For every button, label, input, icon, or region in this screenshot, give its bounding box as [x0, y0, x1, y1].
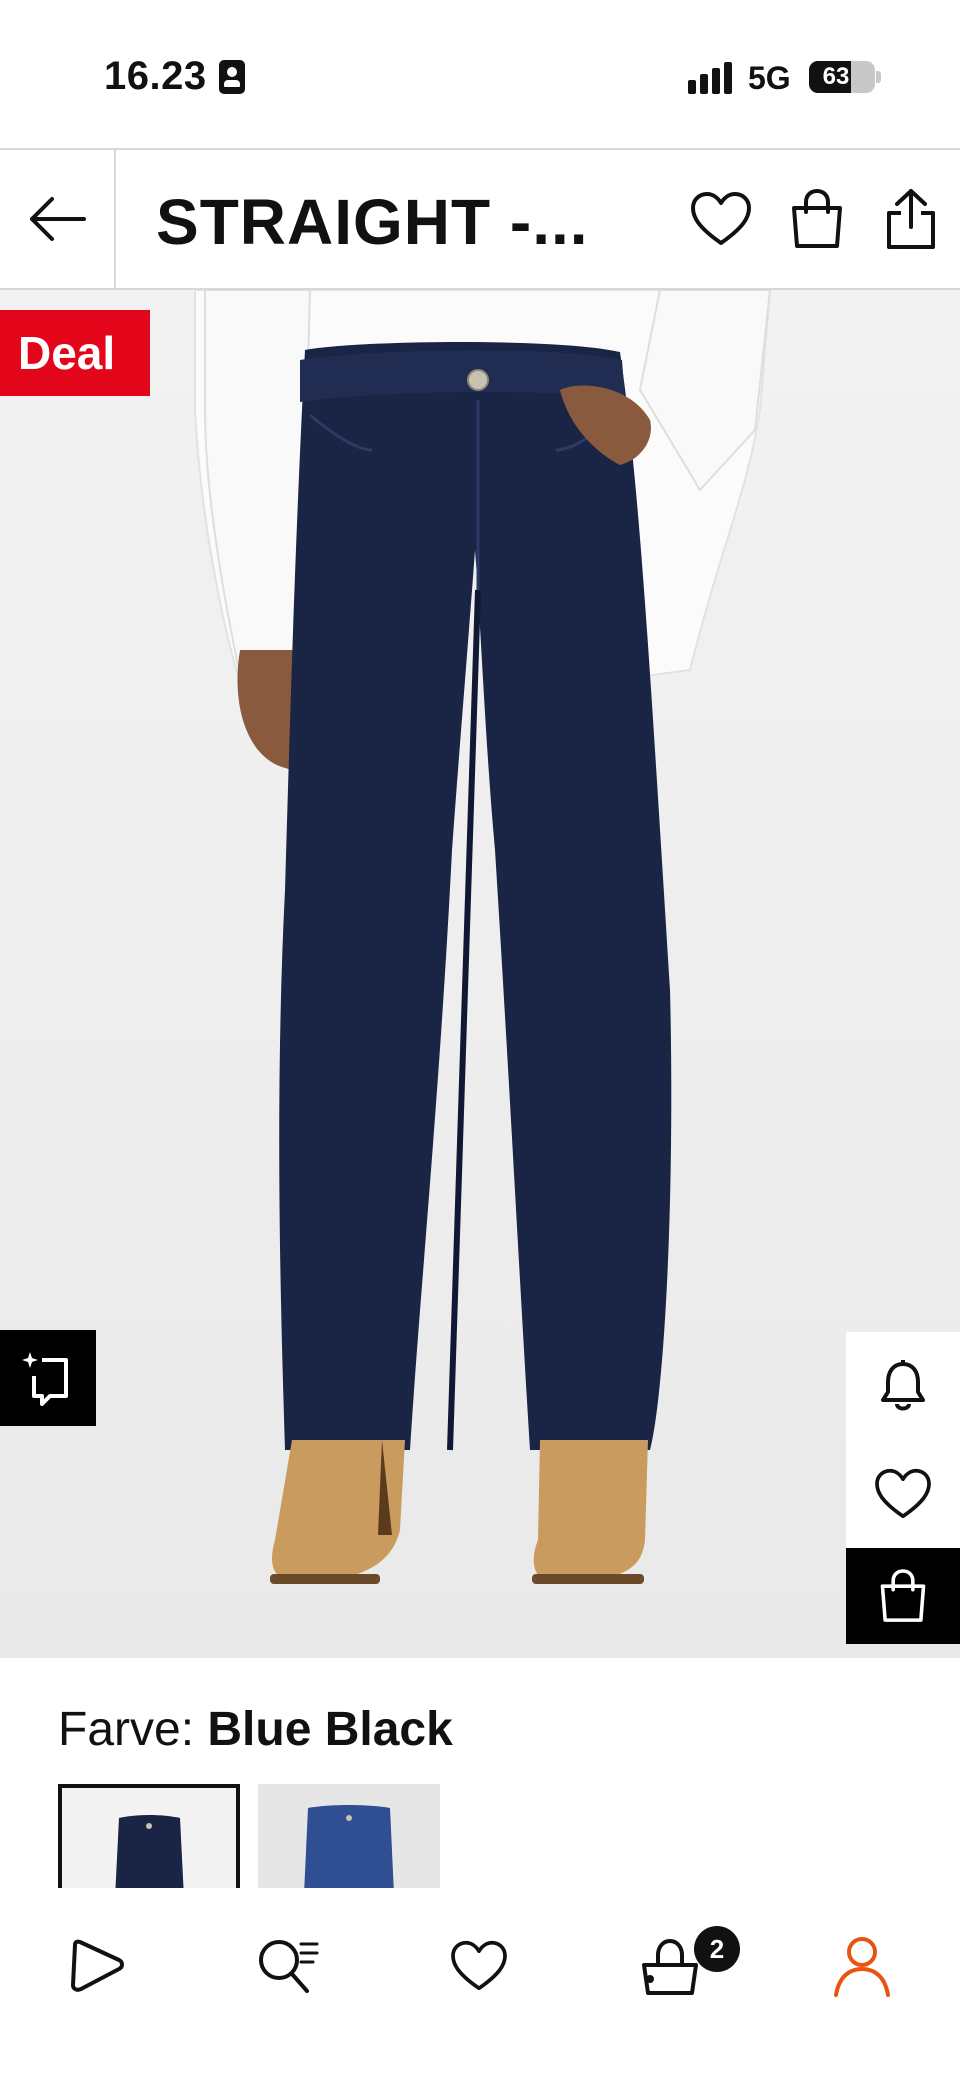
nav-profile[interactable]: [814, 1918, 910, 2014]
side-wishlist-button[interactable]: [846, 1440, 960, 1548]
deal-badge: Deal: [0, 310, 150, 396]
color-label-prefix: Farve:: [58, 1703, 195, 1756]
scan-icon: [22, 1352, 68, 1406]
color-swatch-blue-black[interactable]: [58, 1784, 240, 1894]
nav-search[interactable]: [240, 1918, 336, 2014]
share-button[interactable]: [878, 186, 944, 252]
jeans-photo: [194, 290, 772, 1584]
status-time: 16.23: [104, 54, 207, 98]
bag-icon: [792, 188, 842, 248]
heart-icon: [451, 1940, 507, 1991]
nav-home[interactable]: [48, 1918, 144, 2014]
battery-icon: 63: [809, 61, 875, 93]
signal-icon: [688, 62, 734, 94]
bell-icon: [881, 1360, 925, 1411]
bottom-nav: 2: [0, 1888, 960, 2087]
side-actions: [846, 1332, 960, 1644]
share-icon: [887, 189, 935, 249]
play-icon: [71, 1939, 124, 1992]
color-name: Blue Black: [207, 1703, 453, 1756]
heart-icon: [691, 192, 751, 245]
network-label: 5G: [748, 60, 791, 96]
id-card-icon: [219, 60, 245, 94]
color-label: Farve: Blue Black: [58, 1702, 453, 1758]
nav-wishlist[interactable]: [431, 1918, 527, 2014]
battery-level: 63: [822, 63, 850, 90]
cart-count-badge: 2: [694, 1926, 740, 1972]
visual-search-button[interactable]: [0, 1330, 96, 1426]
back-arrow-icon: [30, 197, 86, 241]
product-image[interactable]: Deal: [0, 290, 960, 1658]
battery-cap: [876, 71, 881, 83]
status-bar: 16.23 5G 63: [0, 0, 960, 148]
cart-icon: [642, 1938, 698, 1995]
notify-button[interactable]: [846, 1332, 960, 1440]
heart-icon: [875, 1468, 931, 1519]
bag-button[interactable]: [784, 186, 850, 252]
bag-icon: [880, 1569, 926, 1622]
page-title: STRAIGHT -...: [156, 186, 589, 258]
swatch-thumbnail: [62, 1788, 236, 1894]
add-to-bag-button[interactable]: [846, 1548, 960, 1644]
product-header: STRAIGHT -...: [0, 148, 960, 290]
color-swatch-blue[interactable]: [258, 1784, 440, 1894]
profile-icon: [834, 1937, 890, 1997]
search-list-icon: [259, 1940, 319, 1993]
back-button[interactable]: [0, 150, 116, 288]
wishlist-button[interactable]: [688, 186, 754, 252]
swatch-thumbnail: [258, 1784, 440, 1894]
